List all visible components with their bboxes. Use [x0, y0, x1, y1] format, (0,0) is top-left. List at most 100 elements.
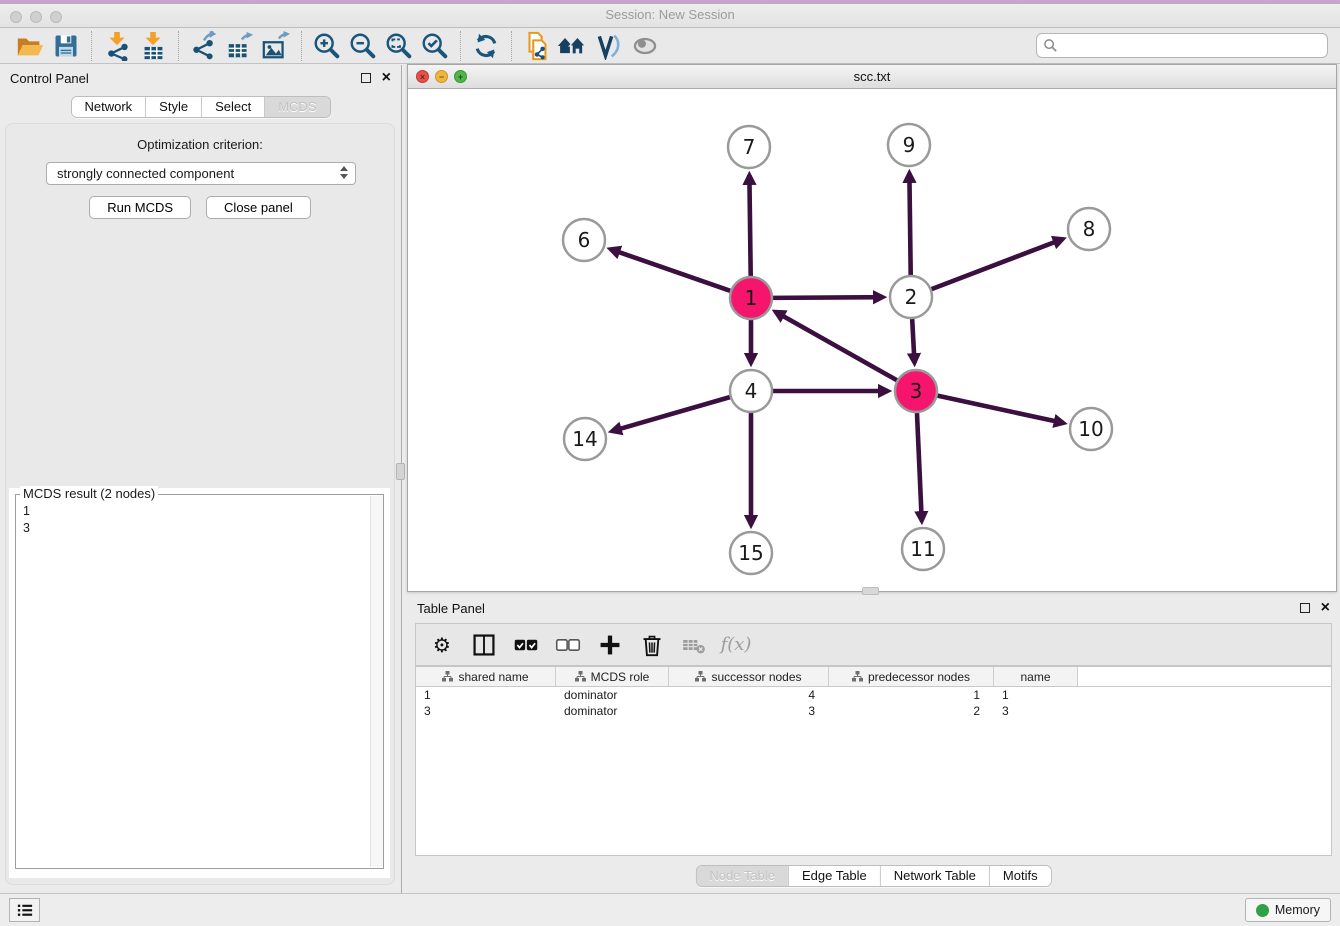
column-header-mcds-role[interactable]: MCDS role [556, 667, 669, 686]
trash-icon [641, 633, 663, 657]
tab-style[interactable]: Style [145, 97, 201, 117]
edge-3-1[interactable] [775, 312, 896, 380]
task-history-button[interactable] [9, 898, 40, 922]
tab-select[interactable]: Select [201, 97, 264, 117]
function-builder-button[interactable]: f(x) [720, 629, 752, 661]
tab-network-table[interactable]: Network Table [880, 866, 989, 886]
edge-1-6[interactable] [610, 249, 730, 291]
eye-icon [630, 32, 660, 60]
memory-label: Memory [1275, 903, 1320, 917]
edge-2-9[interactable] [909, 173, 910, 275]
create-column-button[interactable] [594, 629, 626, 661]
float-panel-icon[interactable] [361, 73, 371, 83]
control-panel-tabs: Network Style Select MCDS [70, 96, 330, 118]
export-table-button[interactable] [222, 30, 258, 62]
cell-mcds-role[interactable]: dominator [556, 703, 669, 719]
edge-3-10[interactable] [937, 396, 1063, 423]
zoom-out-icon [348, 31, 378, 61]
apply-layout-button[interactable] [468, 30, 504, 62]
delete-column-button[interactable] [636, 629, 668, 661]
node-table[interactable]: shared name MCDS role successor nodes pr… [415, 666, 1332, 856]
cell-shared-name[interactable]: 3 [416, 703, 556, 719]
frame-close-icon[interactable]: × [416, 70, 429, 83]
cell-predecessor-nodes[interactable]: 1 [829, 687, 994, 703]
import-table-button[interactable] [135, 30, 171, 62]
memory-button[interactable]: Memory [1245, 898, 1331, 922]
zoom-in-button[interactable] [309, 30, 345, 62]
show-columns-button[interactable] [468, 629, 500, 661]
export-network-button[interactable] [186, 30, 222, 62]
table-row[interactable]: 3 dominator 3 2 3 [416, 703, 1331, 719]
network-frame-title: scc.txt [408, 65, 1336, 89]
zoom-window-icon[interactable] [50, 11, 62, 23]
zoom-selected-button[interactable] [417, 30, 453, 62]
save-session-button[interactable] [48, 30, 84, 62]
export-table-icon [225, 31, 255, 61]
cell-successor-nodes[interactable]: 4 [669, 687, 829, 703]
control-panel-title: Control Panel [0, 65, 401, 92]
export-image-button[interactable] [258, 30, 294, 62]
horizontal-splitter-handle[interactable] [862, 587, 879, 595]
zoom-out-button[interactable] [345, 30, 381, 62]
result-scrollbar[interactable] [370, 496, 383, 867]
tab-node-table[interactable]: Node Table [696, 866, 788, 886]
table-options-button[interactable]: ⚙ [426, 629, 458, 661]
column-header-shared-name[interactable]: shared name [416, 667, 556, 686]
export-network-icon [189, 31, 219, 61]
column-header-name[interactable]: name [994, 667, 1078, 686]
select-all-columns-button[interactable] [510, 629, 542, 661]
edge-4-14[interactable] [612, 397, 730, 431]
close-panel-icon[interactable]: × [1321, 602, 1330, 614]
window-controls[interactable] [10, 11, 62, 23]
tab-mcds[interactable]: MCDS [264, 97, 329, 117]
network-graph-canvas[interactable]: 7968124314101511 [408, 89, 1336, 591]
criterion-dropdown[interactable]: strongly connected component [46, 162, 356, 185]
clone-network-button[interactable] [519, 30, 555, 62]
import-network-button[interactable] [99, 30, 135, 62]
cell-name[interactable]: 3 [994, 703, 1078, 719]
column-type-icon [442, 671, 453, 682]
tab-network[interactable]: Network [71, 97, 145, 117]
edge-2-8[interactable] [932, 239, 1063, 289]
open-file-button[interactable] [12, 30, 48, 62]
close-panel-icon[interactable]: × [382, 72, 391, 84]
frame-zoom-icon[interactable]: + [454, 70, 467, 83]
search-input[interactable] [1036, 33, 1328, 58]
show-graphics-details-button[interactable] [627, 30, 663, 62]
toolbar-separator [178, 31, 179, 61]
close-window-icon[interactable] [10, 11, 22, 23]
vizmap-button[interactable] [591, 30, 627, 62]
vizmap-icon [595, 32, 623, 60]
cell-predecessor-nodes[interactable]: 2 [829, 703, 994, 719]
window-title: Session: New Session [0, 4, 1340, 26]
edge-1-7[interactable] [749, 175, 750, 276]
unselect-all-columns-button[interactable] [552, 629, 584, 661]
network-frame-titlebar[interactable]: × − + scc.txt [408, 65, 1336, 89]
delete-table-button[interactable] [678, 629, 710, 661]
run-mcds-button[interactable]: Run MCDS [89, 196, 191, 219]
cell-name[interactable]: 1 [994, 687, 1078, 703]
table-row[interactable]: 1 dominator 4 1 1 [416, 687, 1331, 703]
cell-shared-name[interactable]: 1 [416, 687, 556, 703]
node-label-6: 6 [578, 228, 591, 252]
cell-successor-nodes[interactable]: 3 [669, 703, 829, 719]
tab-edge-table[interactable]: Edge Table [788, 866, 880, 886]
cell-mcds-role[interactable]: dominator [556, 687, 669, 703]
minimize-window-icon[interactable] [30, 11, 42, 23]
zoom-fit-button[interactable] [381, 30, 417, 62]
unchecked-boxes-icon [555, 635, 581, 655]
edge-2-3[interactable] [912, 319, 914, 363]
edge-3-11[interactable] [917, 413, 922, 521]
vertical-splitter-handle[interactable] [396, 463, 405, 480]
edge-1-2[interactable] [773, 297, 883, 298]
tab-motifs[interactable]: Motifs [989, 866, 1051, 886]
clone-network-icon [522, 31, 552, 61]
column-header-predecessor-nodes[interactable]: predecessor nodes [829, 667, 994, 686]
table-panel-title: Table Panel [407, 595, 1340, 622]
column-header-successor-nodes[interactable]: successor nodes [669, 667, 829, 686]
close-panel-button[interactable]: Close panel [206, 196, 311, 219]
float-panel-icon[interactable] [1300, 603, 1310, 613]
search-icon [1043, 38, 1058, 53]
first-neighbors-button[interactable] [555, 30, 591, 62]
frame-minimize-icon[interactable]: − [435, 70, 448, 83]
